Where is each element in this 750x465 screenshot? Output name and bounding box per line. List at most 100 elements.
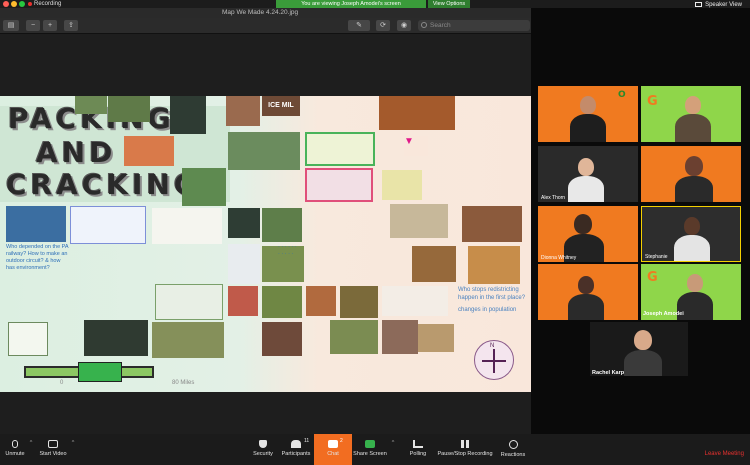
recording-label: Recording (34, 1, 62, 7)
question-right-1: Who stops redistricting happen in the fi… (458, 287, 526, 301)
audio-options-caret[interactable]: ^ (28, 440, 34, 446)
participant-face (685, 96, 701, 114)
map-tile (306, 286, 336, 316)
title-line-2: AND (36, 136, 117, 169)
pause-stop-icon (461, 440, 469, 448)
ice-mill-sign: ICE MIL (262, 96, 300, 116)
drawing-tile (155, 284, 223, 320)
photo-tile (262, 322, 302, 356)
shield-icon (259, 440, 267, 448)
pink-pin-icon: ▼ (404, 136, 428, 156)
map-tile (330, 320, 378, 354)
speaker-video-tile[interactable] (590, 322, 688, 376)
zoom-out-button[interactable]: − (26, 20, 40, 31)
zoom-in-button[interactable]: + (43, 20, 57, 31)
video-tile[interactable] (641, 146, 741, 202)
screenshot-tile (228, 244, 260, 284)
participants-count: 11 (304, 438, 310, 444)
participant-body (568, 176, 604, 202)
minimize-window-icon[interactable] (11, 1, 17, 7)
note-text: · · · · · · · · · · · (278, 244, 297, 257)
view-options-button[interactable]: View Options (428, 0, 470, 8)
participant-name: Alex Thorn (541, 195, 566, 201)
search-placeholder: Search (430, 22, 451, 29)
drawing-tile (70, 206, 146, 244)
poll-chart-icon (413, 440, 423, 448)
video-tile[interactable] (538, 264, 638, 320)
participants-label: Participants (281, 451, 311, 457)
preview-toolbar: ▤ − + ⇪ ✎ ⟳ ◉ Search (0, 18, 531, 34)
compass-needle (482, 360, 506, 362)
building-photo-tile (390, 204, 448, 238)
share-screen-button[interactable]: Share Screen (352, 440, 388, 457)
video-tile[interactable]: O (538, 86, 638, 142)
street-photo-tile (228, 132, 300, 170)
map-tile (262, 208, 302, 242)
unmute-button[interactable]: Unmute (4, 440, 26, 457)
chat-bubble-icon (328, 440, 338, 448)
speaker-name: Rachel Karp (592, 370, 625, 376)
scale-miles: 80 Miles (172, 380, 195, 386)
participants-icon (291, 440, 301, 448)
participant-body (624, 350, 662, 376)
red-map-tile (124, 136, 174, 166)
photo-tile (418, 324, 454, 352)
share-icon[interactable]: ⇪ (64, 20, 78, 31)
drawing-tile (152, 208, 222, 244)
sidebar-toggle-button[interactable]: ▤ (3, 20, 19, 31)
speaker-view-icon (695, 2, 703, 7)
compass-rose-icon: N (474, 340, 514, 380)
scale-zero: 0 (60, 380, 64, 386)
screenshot-tile (84, 320, 148, 356)
pause-recording-label: Pause/Stop Recording (437, 451, 493, 457)
preview-margin-top (0, 34, 531, 104)
close-window-icon[interactable] (3, 1, 9, 7)
photo-tile (382, 320, 418, 354)
photo-tile (226, 96, 260, 126)
markup-pen-icon[interactable]: ✎ (348, 20, 370, 31)
reactions-button[interactable]: Reactions (498, 440, 528, 458)
participant-body (675, 176, 713, 202)
title-line-3: CRACKING (6, 168, 201, 201)
unmute-label: Unmute (5, 451, 25, 457)
leave-meeting-button[interactable]: Leave Meeting (705, 451, 744, 457)
video-tile[interactable]: Dionna Whitney (538, 206, 638, 262)
polling-button[interactable]: Polling (404, 440, 432, 457)
muted-mic-icon (12, 440, 18, 448)
share-options-caret[interactable]: ^ (390, 440, 396, 446)
drawing-tile (382, 170, 422, 200)
reactions-label: Reactions (500, 452, 526, 458)
participant-face (578, 158, 594, 176)
video-tile[interactable]: G (641, 86, 741, 142)
preview-titlebar: Map We Made 4.24.20.jpg (0, 8, 531, 18)
ice-mill-text: ICE MIL (268, 102, 294, 109)
maximize-window-icon[interactable] (19, 1, 25, 7)
aerial-tile (182, 168, 226, 206)
participant-face (634, 330, 652, 350)
food-photo-tile (379, 96, 455, 130)
start-video-button[interactable]: Start Video (38, 440, 68, 457)
participant-face (687, 274, 703, 292)
viewing-screen-banner: You are viewing Joseph Amodei's screen (276, 0, 426, 8)
security-button[interactable]: Security (250, 440, 276, 457)
map-tile (412, 246, 456, 282)
video-tile-active[interactable]: Stephanie (641, 206, 741, 262)
top-bar: Recording You are viewing Joseph Amodei'… (0, 0, 750, 8)
participant-face (578, 276, 594, 294)
pause-recording-button[interactable]: Pause/Stop Recording (436, 440, 494, 457)
drawing-tile (8, 322, 48, 356)
map-tile (108, 96, 150, 122)
participant-face (574, 214, 592, 234)
video-tile[interactable]: Alex Thorn (538, 146, 638, 202)
drawing-tile (305, 132, 375, 166)
video-options-caret[interactable]: ^ (70, 440, 76, 446)
map-collage: PACKING AND CRACKING ICE MIL ▼ · · · · ·… (0, 96, 531, 392)
chat-button[interactable]: Chat (318, 440, 348, 457)
participant-name: Stephanie (645, 254, 668, 260)
rotate-icon[interactable]: ⟳ (376, 20, 390, 31)
screenshot-tile (228, 208, 260, 238)
markup-toolbox-icon[interactable]: ◉ (397, 20, 411, 31)
screenshot-tile (228, 286, 258, 316)
search-input[interactable]: Search (418, 20, 530, 31)
video-off-icon (48, 440, 58, 448)
